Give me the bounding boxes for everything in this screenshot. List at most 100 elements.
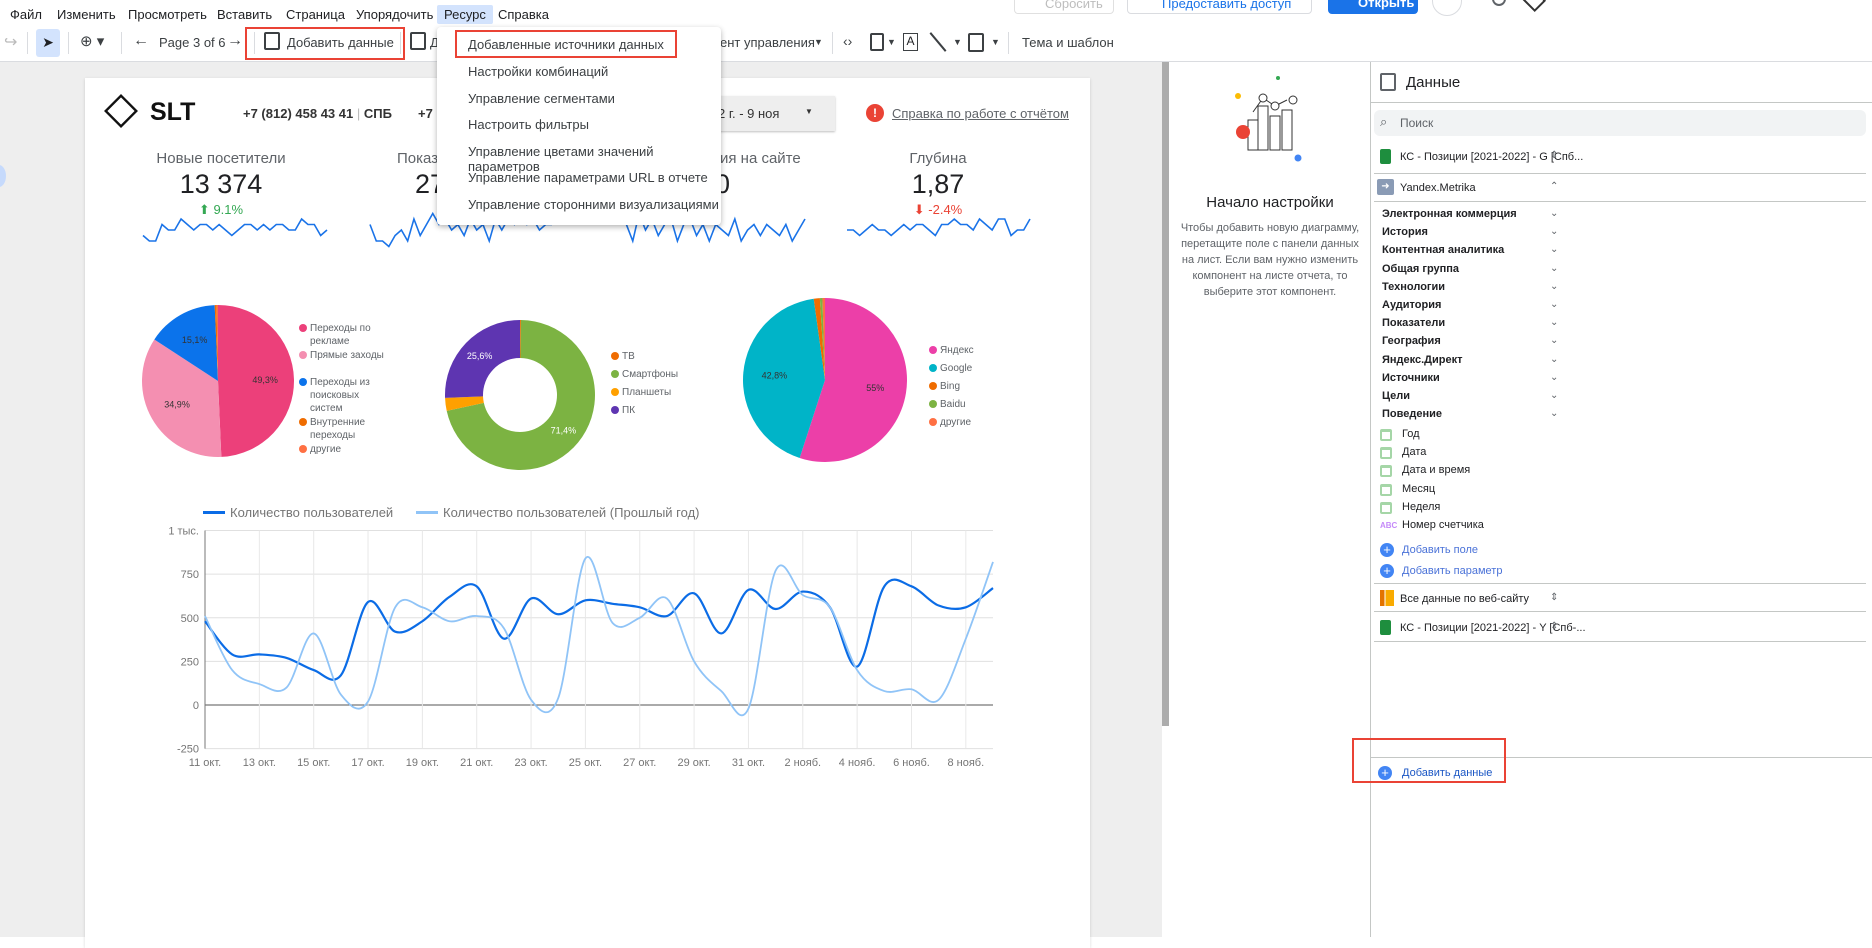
chevron-down-icon[interactable]: ⌄ (1550, 354, 1558, 365)
x-tick-label: 23 окт. (514, 757, 547, 769)
legend-current: Количество пользователей (230, 505, 394, 520)
pie-legend-item: Bing (929, 380, 1020, 393)
field-group[interactable]: География (1382, 335, 1441, 347)
legend-dot-icon (611, 388, 619, 396)
y-tick-label: -250 (177, 744, 199, 756)
field-item[interactable]: Дата и время (1402, 464, 1470, 476)
field-item[interactable]: Дата (1402, 446, 1426, 458)
data-panel-icon (1380, 73, 1396, 91)
legend-dot-icon (611, 370, 619, 378)
pie-data-label: 49,3% (252, 375, 278, 385)
y-tick-label: 250 (181, 656, 199, 668)
legend-dot-icon (929, 382, 937, 390)
field-group[interactable]: Технологии (1382, 281, 1445, 293)
chevron-down-icon[interactable]: ⌄ (1550, 281, 1558, 292)
x-tick-label: 13 окт. (243, 757, 276, 769)
menu-item-community-viz[interactable]: Управление сторонними визуализациями (468, 197, 719, 212)
x-tick-label: 6 нояб. (893, 757, 930, 769)
calendar-icon (1380, 483, 1392, 496)
pie-legend-item: Яндекс (929, 344, 1020, 357)
field-group[interactable]: Поведение (1382, 408, 1442, 420)
x-tick-label: 15 окт. (297, 757, 330, 769)
field-group[interactable]: Аудитория (1382, 299, 1441, 311)
pie-legend-item: Baidu (929, 398, 1020, 411)
calendar-icon (1380, 465, 1392, 478)
chevron-down-icon[interactable]: ⌄ (1550, 244, 1558, 255)
legend-dot-icon (299, 378, 307, 386)
sheets-icon (1380, 149, 1391, 164)
field-group[interactable]: Показатели (1382, 317, 1445, 329)
setup-title: Начало настройки (1206, 194, 1334, 211)
menu-item-blend-settings[interactable]: Настройки комбинаций (468, 64, 608, 79)
chevron-down-icon[interactable]: ⌄ (1550, 317, 1558, 328)
x-tick-label: 11 окт. (189, 757, 221, 769)
expand-collapse-icon[interactable]: ⇕ (1550, 150, 1558, 161)
legend-label: Bing (940, 381, 961, 392)
open-button[interactable]: Открыть (1328, 0, 1418, 14)
chevron-down-icon[interactable]: ⌄ (1550, 335, 1558, 346)
pie-legend-item: другие (299, 443, 390, 456)
field-group[interactable]: Источники (1382, 372, 1440, 384)
legend-label: Baidu (940, 399, 966, 410)
pie-legend-item: Планшеты (611, 386, 702, 399)
connector-icon: ➜ (1377, 179, 1394, 195)
field-item[interactable]: Неделя (1402, 501, 1440, 513)
chevron-down-icon[interactable]: ⌄ (1550, 390, 1558, 401)
chevron-down-icon[interactable]: ⌄ (1550, 263, 1558, 274)
chevron-down-icon[interactable]: ⌄ (1550, 299, 1558, 310)
more-button[interactable] (1432, 0, 1462, 16)
menu-item-manage-segments[interactable]: Управление сегментами (468, 91, 615, 106)
collapse-icon[interactable]: ⌃ (1550, 181, 1558, 192)
legend-label: ТВ (622, 351, 635, 362)
x-tick-label: 27 окт. (623, 757, 656, 769)
legend-previous: Количество пользователей (Прошлый год) (443, 505, 700, 520)
series-line-previous-year (204, 556, 994, 717)
legend-label: Внутренние переходы (310, 416, 366, 441)
menu-item-url-params[interactable]: Управление параметрами URL в отчете (468, 170, 708, 185)
pie-legend-item: другие (929, 416, 1020, 429)
field-group[interactable]: Яндекс.Директ (1382, 354, 1463, 366)
text-type-icon: ABC (1380, 521, 1398, 530)
legend-label: Прямые заходы (310, 350, 384, 361)
field-group[interactable]: История (1382, 226, 1428, 238)
data-source-yandex-metrika[interactable]: Yandex.Metrika (1400, 182, 1476, 194)
calendar-icon (1380, 447, 1392, 460)
legend-label: Переходы из поисковых систем (310, 377, 370, 414)
legend-dot-icon (929, 364, 937, 372)
x-tick-label: 17 окт. (351, 757, 384, 769)
field-group[interactable]: Цели (1382, 390, 1410, 402)
logo-icon (1521, 0, 1547, 13)
expand-collapse-icon[interactable]: ⇕ (1550, 592, 1558, 603)
legend-dot-icon (929, 418, 937, 426)
field-item[interactable]: Номер счетчика (1402, 519, 1484, 531)
legend-dot-icon (299, 351, 307, 359)
field-item[interactable]: Год (1402, 428, 1420, 440)
setup-illustration-icon (1235, 76, 1302, 162)
field-group[interactable]: Контентная аналитика (1382, 244, 1504, 256)
x-tick-label: 4 нояб. (839, 757, 876, 769)
legend-dot-icon (929, 400, 937, 408)
scrollbar[interactable] (1162, 62, 1169, 726)
chevron-down-icon[interactable]: ⌄ (1550, 372, 1558, 383)
field-group[interactable]: Электронная коммерция (1382, 208, 1517, 220)
highlight-box (1352, 738, 1506, 783)
chevron-down-icon[interactable]: ⌄ (1550, 226, 1558, 237)
pie-legend-item: Переходы по рекламе (299, 322, 390, 348)
chevron-down-icon[interactable]: ⌄ (1550, 208, 1558, 219)
expand-collapse-icon[interactable]: ⇕ (1550, 621, 1558, 632)
info-icon[interactable] (1492, 0, 1506, 6)
field-group[interactable]: Общая группа (1382, 263, 1459, 275)
data-source-analytics[interactable]: Все данные по веб-сайту (1400, 593, 1529, 605)
legend-label: ПК (622, 405, 636, 416)
panel-divider (1370, 62, 1371, 937)
data-search-input[interactable]: ⌕ Поиск (1374, 110, 1866, 136)
pie-legend-item: Переходы из поисковых систем (299, 376, 390, 415)
field-item[interactable]: Месяц (1402, 483, 1435, 495)
menu-item-filters[interactable]: Настроить фильтры (468, 117, 589, 132)
share-label: Предоставить доступ (1162, 0, 1292, 11)
chevron-down-icon[interactable]: ⌄ (1550, 408, 1558, 419)
add-field-icon: + (1380, 543, 1394, 557)
add-field-link[interactable]: Добавить поле (1402, 544, 1478, 556)
add-parameter-link[interactable]: Добавить параметр (1402, 565, 1502, 577)
x-tick-label: 29 окт. (677, 757, 710, 769)
